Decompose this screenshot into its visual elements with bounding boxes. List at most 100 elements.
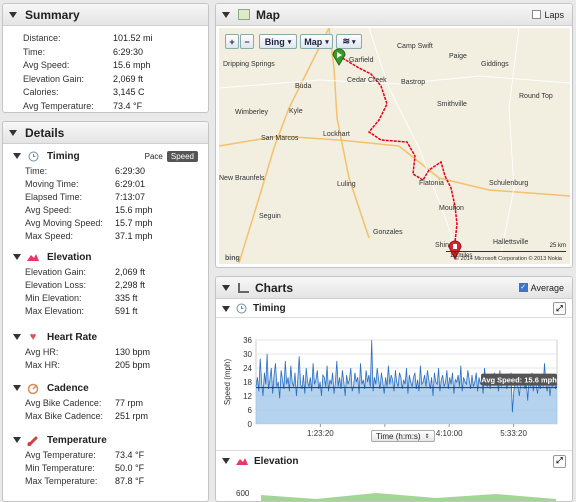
stat-label: Elevation Gain:	[25, 267, 87, 277]
map-panel-icon	[238, 9, 250, 20]
stat-row: Avg Bike Cadence: 77 rpm	[25, 397, 208, 410]
heart-rate-section-header[interactable]: ♥ Heart Rate	[3, 328, 208, 346]
stat-value: 77 rpm	[115, 398, 144, 408]
cadence-section-title: Cadence	[47, 382, 89, 394]
zoom-out-button[interactable]: −	[240, 34, 254, 49]
speed-toggle-button[interactable]: Speed	[166, 150, 198, 162]
timing-section-header[interactable]: Timing Pace Speed	[3, 147, 208, 165]
temperature-section-header[interactable]: Temperature	[3, 431, 208, 449]
stat-label: Elevation Gain:	[23, 73, 85, 84]
collapse-triangle-icon[interactable]	[222, 305, 230, 312]
summary-title: Summary	[25, 7, 80, 22]
stat-value: 2,298 ft	[115, 280, 146, 290]
stat-value: 73.4 °F	[113, 100, 143, 111]
start-marker-icon[interactable]	[332, 48, 346, 66]
expand-icon[interactable]: ⤢	[553, 302, 566, 315]
collapse-triangle-icon[interactable]	[222, 11, 230, 18]
map-place-label: Giddings	[481, 61, 509, 68]
map-place-label: Schulenburg	[489, 180, 528, 187]
timing-chart-header[interactable]: Timing ⤢	[216, 300, 572, 318]
heart-rate-section-title: Heart Rate	[47, 331, 98, 343]
layers-dropdown[interactable]: ≋ ▾	[336, 34, 362, 49]
bing-logo: bing	[225, 255, 240, 262]
laps-checkbox[interactable]	[532, 10, 542, 19]
elevation-chart-block: Elevation ⤢ 600	[216, 450, 572, 501]
details-title: Details	[25, 125, 65, 140]
details-header[interactable]: Details	[3, 122, 208, 144]
laps-toggle[interactable]: Laps	[532, 10, 564, 20]
timing-section: Timing Pace Speed Time: 6:29:30 Moving Tim…	[3, 147, 208, 243]
collapse-triangle-icon[interactable]	[13, 437, 21, 443]
stat-value: 6:29:01	[115, 179, 146, 189]
bing-layer-dropdown[interactable]: Bing ▾	[259, 34, 297, 49]
stat-value: 335 ft	[115, 293, 138, 303]
collapse-triangle-icon[interactable]	[222, 284, 230, 291]
y-tick-label: 12	[243, 392, 252, 401]
stat-row: Min Elevation: 335 ft	[25, 292, 208, 305]
elevation-section-title: Elevation	[47, 251, 92, 263]
stat-label: Avg Moving Speed:	[25, 218, 103, 228]
details-panel: Details Timing Pace Speed Time: 6:29:30 Mo…	[2, 121, 209, 502]
charts-panel: Charts ✓ Average Timing ⤢ 0 6 12 18 24 30 36 Sp…	[215, 276, 573, 502]
summary-panel: Summary Distance: 101.52 mi Time: 6:29:30 Av…	[2, 3, 209, 113]
x-tick-label: 5:33:20	[500, 429, 527, 438]
stat-value: 3,145 C	[113, 87, 145, 97]
heart-rate-section: ♥ Heart Rate Avg HR: 130 bpm Max HR: 205 bp…	[3, 328, 208, 372]
temperature-section-title: Temperature	[47, 434, 107, 446]
stat-label: Max Speed:	[25, 231, 74, 241]
chevron-down-icon: ▾	[287, 38, 292, 46]
elevation-chart-title: Elevation	[254, 455, 299, 467]
collapse-triangle-icon[interactable]	[9, 11, 17, 18]
stat-row: Avg Temperature: 73.4 °F	[25, 449, 208, 462]
collapse-triangle-icon[interactable]	[13, 254, 21, 260]
y-tick-label: 30	[243, 350, 252, 359]
average-toggle[interactable]: ✓ Average	[518, 283, 564, 293]
chevron-updown-icon: ⇕	[424, 433, 430, 440]
collapse-triangle-icon[interactable]	[13, 385, 21, 391]
cadence-section: Cadence Avg Bike Cadence: 77 rpm Max Bike …	[3, 379, 208, 423]
x-axis-dropdown[interactable]: Time (h:m:s) ⇕	[371, 430, 435, 442]
stat-label: Avg Temperature:	[25, 450, 96, 460]
average-checkbox[interactable]: ✓	[518, 283, 528, 292]
laps-label: Laps	[544, 9, 564, 20]
elevation-chart-header[interactable]: Elevation ⤢	[216, 451, 572, 471]
stat-row: Calories: 3,145 C	[23, 86, 208, 100]
x-axis-label: Time (h:m:s)	[376, 431, 421, 441]
pace-toggle-button[interactable]: Pace	[141, 151, 167, 162]
elevation-section-header[interactable]: Elevation	[3, 248, 208, 266]
map-place-label: Hallettsville	[493, 239, 529, 246]
map-place-label: Wimberley	[235, 109, 269, 116]
zoom-in-button[interactable]: +	[225, 34, 239, 49]
collapse-triangle-icon[interactable]	[222, 458, 230, 464]
y-tick-label: 0	[248, 420, 253, 429]
charts-header[interactable]: Charts ✓ Average	[216, 277, 572, 299]
map-canvas[interactable]: Dripping Springs Buda Kyle Wimberley San Mar…	[219, 28, 570, 264]
map-place-label: Gonzales	[373, 229, 403, 236]
stat-value: 15.6 mph	[115, 205, 153, 215]
stat-label: Min Elevation:	[25, 293, 82, 303]
map-place-label: Luling	[337, 181, 356, 188]
stat-label: Time:	[23, 46, 46, 57]
stat-row: Elapsed Time: 7:13:07	[25, 191, 208, 204]
stat-value: 37.1 mph	[115, 231, 153, 241]
stat-label: Max Bike Cadence:	[25, 411, 104, 421]
stat-row: Max Bike Cadence: 251 rpm	[25, 410, 208, 423]
temperature-section: Temperature Avg Temperature: 73.4 °F Min T…	[3, 431, 208, 488]
summary-header[interactable]: Summary	[3, 4, 208, 26]
collapse-triangle-icon[interactable]	[13, 153, 21, 159]
bing-dropdown-label: Bing	[264, 36, 285, 47]
map-scale-bar: 25 km 10 miles	[446, 243, 566, 259]
collapse-triangle-icon[interactable]	[9, 129, 17, 136]
scale-line	[446, 251, 566, 252]
map-type-dropdown[interactable]: Map ▾	[300, 34, 333, 49]
y-tick-label: 24	[243, 364, 252, 373]
map-place-label: Seguin	[259, 213, 281, 220]
map-header[interactable]: Map Laps	[216, 4, 572, 26]
clock-icon	[236, 303, 247, 314]
layers-icon: ≋	[342, 36, 351, 46]
expand-icon[interactable]: ⤢	[553, 454, 566, 468]
collapse-triangle-icon[interactable]	[13, 334, 21, 340]
cadence-section-header[interactable]: Cadence	[3, 379, 208, 397]
stat-row: Max Elevation: 591 ft	[25, 305, 208, 318]
stat-row: Time: 6:29:30	[25, 165, 208, 178]
